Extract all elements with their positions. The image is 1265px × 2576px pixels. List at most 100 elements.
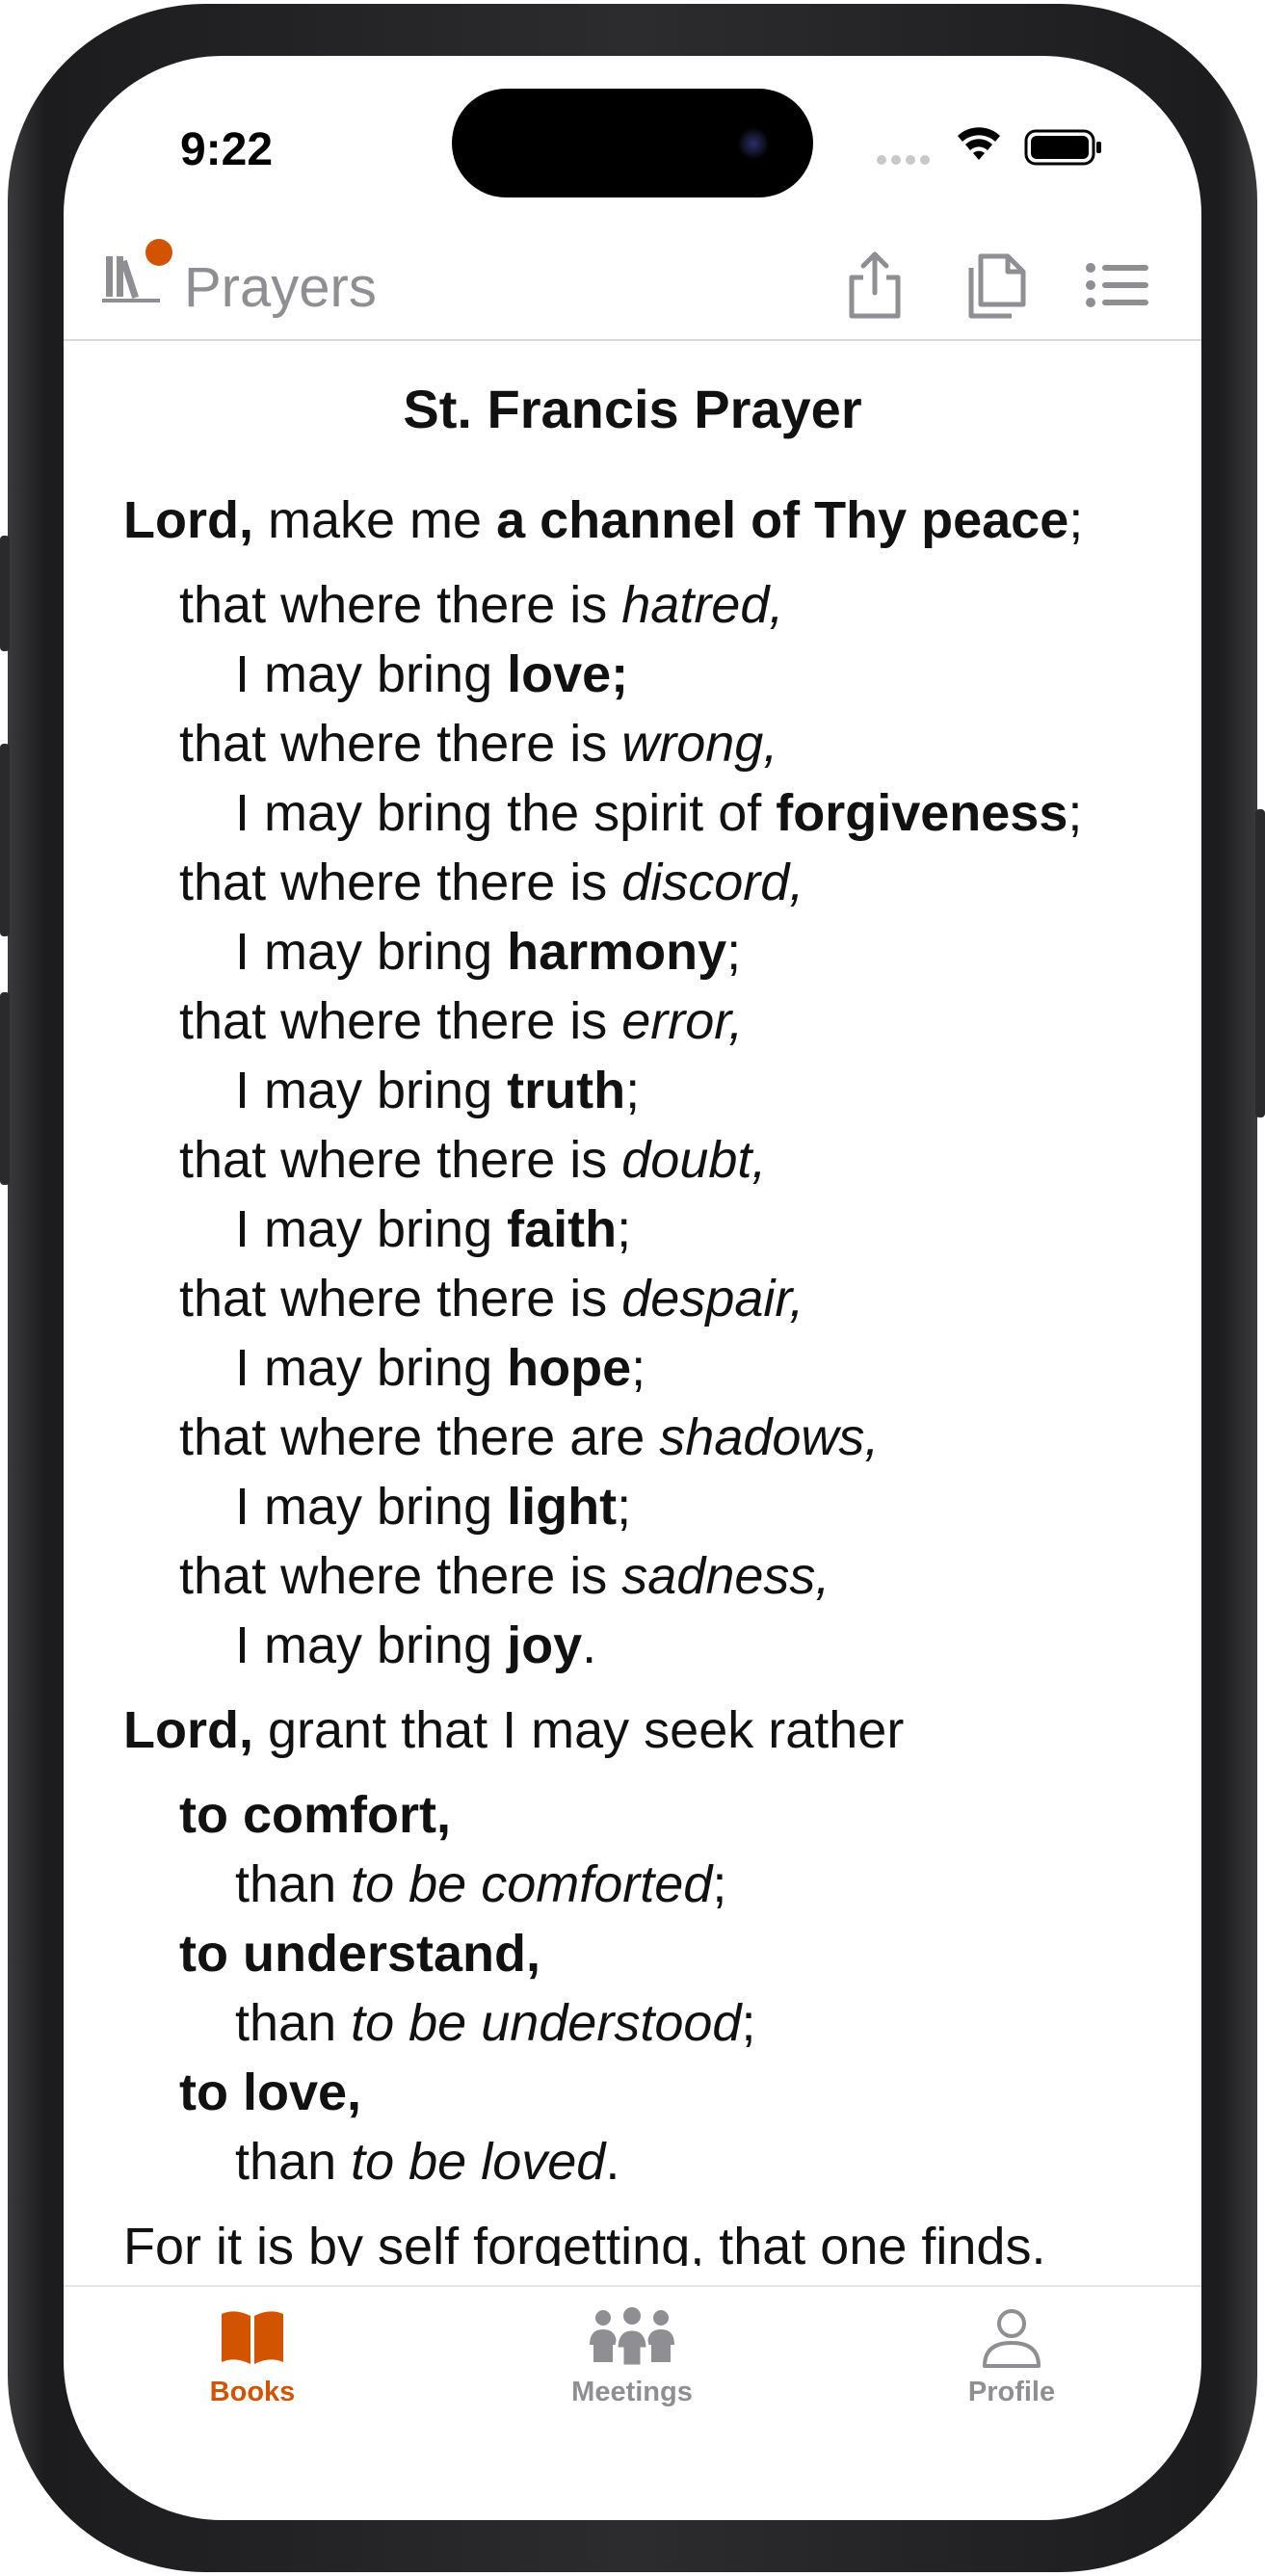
prayer-title: St. Francis Prayer	[403, 379, 862, 439]
bold-text: Lord,	[123, 1701, 253, 1759]
text: ;	[712, 1855, 727, 1913]
italic-text: doubt,	[621, 1131, 767, 1189]
prayer-line: I may bring faith;	[235, 1199, 631, 1259]
text: I may bring	[235, 1478, 508, 1536]
tab-meetings[interactable]: Meetings	[536, 2306, 728, 2408]
text: that where there is	[179, 854, 622, 911]
text: make me	[252, 491, 497, 549]
tab-meetings-label: Meetings	[571, 2377, 693, 2407]
text: that where there is	[179, 992, 622, 1050]
prayer-line: I may bring light;	[235, 1477, 631, 1537]
text: ;	[726, 923, 742, 981]
prayer-line: Lord, make me a channel of Thy peace;	[123, 490, 1083, 550]
volume-up-button	[0, 744, 10, 936]
tab-books-label: Books	[209, 2377, 296, 2407]
prayer-line: than to be loved.	[235, 2132, 619, 2192]
bold-text: to love,	[179, 2063, 362, 2121]
text: than	[235, 1855, 352, 1913]
italic-text: sadness,	[621, 1547, 830, 1605]
page-title: Prayers	[184, 256, 377, 319]
text: that where there is	[179, 576, 622, 634]
text: than	[235, 1994, 352, 2052]
bold-text: love;	[507, 645, 629, 703]
bold-text: harmony	[507, 923, 727, 981]
prayer-line: that where there is sadness,	[179, 1546, 830, 1606]
text: that where there is	[179, 1547, 622, 1605]
prayer-line: than to be comforted;	[235, 1854, 726, 1914]
text: I may bring	[235, 1200, 508, 1258]
prayer-line: that where there is doubt,	[179, 1130, 766, 1190]
copy-button[interactable]	[960, 249, 1033, 322]
prayer-line: that where there are shadows,	[179, 1407, 879, 1467]
text: that where there is	[179, 1270, 622, 1327]
prayer-line: For it is by self forgetting, that one f…	[123, 2217, 1045, 2266]
text: that where there are	[179, 1408, 660, 1466]
text: I may bring the spirit of	[235, 784, 777, 842]
tab-profile-label: Profile	[967, 2377, 1056, 2407]
italic-text: shadows,	[659, 1408, 880, 1466]
italic-text: despair,	[621, 1270, 804, 1327]
text: ;	[631, 1339, 646, 1397]
prayer-line: that where there is wrong,	[179, 714, 777, 774]
prayer-line: to love,	[179, 2063, 361, 2122]
text: than	[235, 2133, 352, 2191]
text: ;	[741, 1994, 756, 2052]
text: that where there is	[179, 715, 622, 773]
book-icon	[222, 2311, 283, 2364]
tab-profile[interactable]: Profile	[915, 2306, 1108, 2408]
text: ;	[1067, 784, 1083, 842]
notification-dot	[145, 239, 172, 266]
italic-text: wrong,	[621, 715, 778, 773]
text: I may bring	[235, 923, 508, 981]
bold-text: Lord,	[123, 491, 253, 549]
text: ;	[1068, 491, 1084, 549]
prayer-line: I may bring joy.	[235, 1616, 596, 1675]
tab-bar: Books Meetings Profile	[64, 2285, 1201, 2480]
italic-text: hatred,	[621, 576, 784, 634]
prayer-line: to understand,	[179, 1924, 540, 1984]
text: grant that I may seek rather	[252, 1701, 905, 1759]
prayer-line: Lord, grant that I may seek rather	[123, 1700, 904, 1760]
status-time: 9:22	[179, 124, 274, 175]
volume-down-button	[0, 992, 10, 1185]
action-button	[0, 536, 10, 651]
prayer-line: that where there is error,	[179, 991, 743, 1051]
prayer-line: that where there is discord,	[179, 853, 804, 912]
list-button[interactable]	[1083, 249, 1152, 322]
camera-icon	[737, 127, 770, 160]
italic-text: to be understood	[351, 1994, 742, 2052]
text: For it is by self forgetting, that one f…	[123, 2218, 1046, 2266]
prayer-line: I may bring harmony;	[235, 922, 741, 982]
italic-text: to be comforted	[351, 1855, 713, 1913]
prayer-line: to comfort,	[179, 1785, 451, 1845]
text: I may bring	[235, 1339, 508, 1397]
bold-text: hope	[507, 1339, 632, 1397]
bold-text: truth	[507, 1062, 626, 1119]
prayer-line: than to be understood;	[235, 1993, 755, 2053]
battery-icon	[1024, 129, 1101, 166]
italic-text: discord,	[621, 854, 804, 911]
wifi-icon	[958, 127, 1000, 160]
prayer-line: I may bring truth;	[235, 1061, 640, 1120]
people-icon	[590, 2307, 674, 2368]
prayer-line: I may bring the spirit of forgiveness;	[235, 783, 1082, 843]
app-header: Prayers	[64, 231, 1201, 341]
tab-books[interactable]: Books	[156, 2306, 349, 2408]
prayer-line: that where there is hatred,	[179, 575, 783, 635]
text: .	[582, 1617, 597, 1674]
text: I may bring	[235, 1062, 508, 1119]
text: .	[605, 2133, 620, 2191]
text: ;	[625, 1062, 641, 1119]
prayer-line: I may bring hope;	[235, 1338, 646, 1398]
bold-text: light	[507, 1478, 618, 1536]
prayer-line: I may bring love;	[235, 644, 628, 704]
bold-text: to comfort,	[179, 1786, 451, 1844]
italic-text: error,	[621, 992, 744, 1050]
bold-text: a channel of Thy peace	[496, 491, 1069, 549]
text: I may bring	[235, 1617, 508, 1674]
prayer-content: St. Francis Prayer Lord, make me a chann…	[64, 341, 1201, 2266]
text: that where there is	[179, 1131, 622, 1189]
share-button[interactable]	[840, 249, 909, 322]
power-button	[1255, 809, 1265, 1117]
italic-text: to be loved	[351, 2133, 606, 2191]
